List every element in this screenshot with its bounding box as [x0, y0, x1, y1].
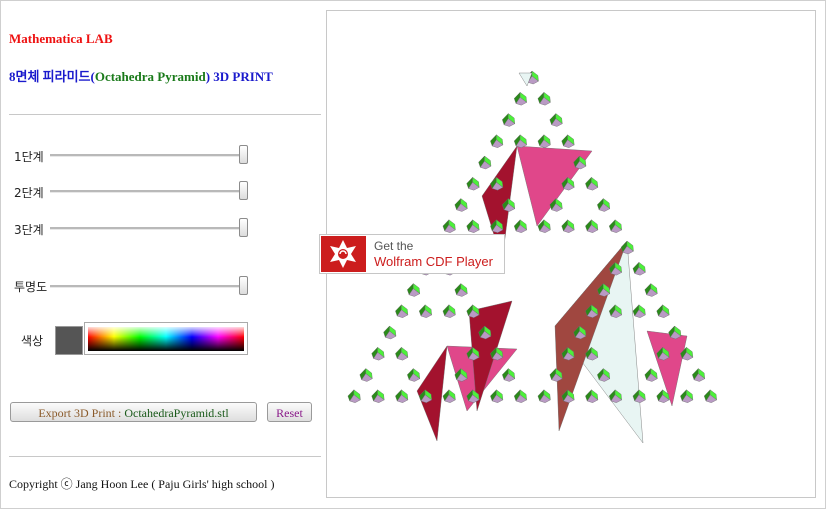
- slider-opacity[interactable]: [50, 285, 245, 288]
- control-panel: Mathematica LAB 8면체 피라미드(Octahedra Pyram…: [0, 0, 326, 507]
- export-3d-print-button[interactable]: Export 3D Print : OctahedraPyramid.stl: [10, 402, 257, 422]
- slider-label-stage3: 3단계: [14, 223, 44, 237]
- color-label: 색상: [21, 334, 44, 348]
- slider-thumb-stage2[interactable]: [239, 181, 248, 200]
- color-swatch[interactable]: [55, 326, 83, 355]
- color-picker[interactable]: [84, 322, 248, 355]
- divider-bottom: [9, 456, 321, 457]
- slider-stage3[interactable]: [50, 227, 245, 230]
- slider-label-opacity: 투명도: [14, 280, 48, 294]
- export-button-prefix: Export 3D Print :: [38, 406, 125, 420]
- subtitle-korean: 8면체 피라미드(: [9, 69, 95, 84]
- slider-label-stage2: 2단계: [14, 186, 44, 200]
- slider-stage2[interactable]: [50, 190, 245, 193]
- slider-thumb-stage1[interactable]: [239, 145, 248, 164]
- app-title: Mathematica LAB: [9, 31, 113, 46]
- subtitle-english: Octahedra Pyramid: [94, 69, 206, 84]
- page-subtitle: 8면체 피라미드(Octahedra Pyramid) 3D PRINT: [9, 66, 273, 85]
- wolfram-spikey-icon: [330, 240, 356, 268]
- export-button-filename: OctahedraPyramid.stl: [124, 406, 229, 420]
- cdf-banner-line1: Get the: [374, 239, 414, 253]
- slider-label-stage1: 1단계: [14, 150, 44, 164]
- color-gradient-highlight: [88, 327, 244, 337]
- subtitle-suffix: ) 3D PRINT: [205, 69, 273, 84]
- copyright-text: Copyright ⓒ Jang Hoon Lee ( Paju Girls' …: [9, 477, 275, 491]
- slider-thumb-opacity[interactable]: [239, 276, 248, 295]
- cdf-banner-line2: Wolfram CDF Player: [374, 254, 493, 269]
- reset-button[interactable]: Reset: [267, 402, 312, 422]
- cdf-player-banner[interactable]: Get the Wolfram CDF Player: [319, 234, 505, 274]
- slider-thumb-stage3[interactable]: [239, 218, 248, 237]
- divider-top: [9, 114, 321, 115]
- slider-stage1[interactable]: [50, 154, 245, 157]
- wolfram-logo: [321, 236, 366, 272]
